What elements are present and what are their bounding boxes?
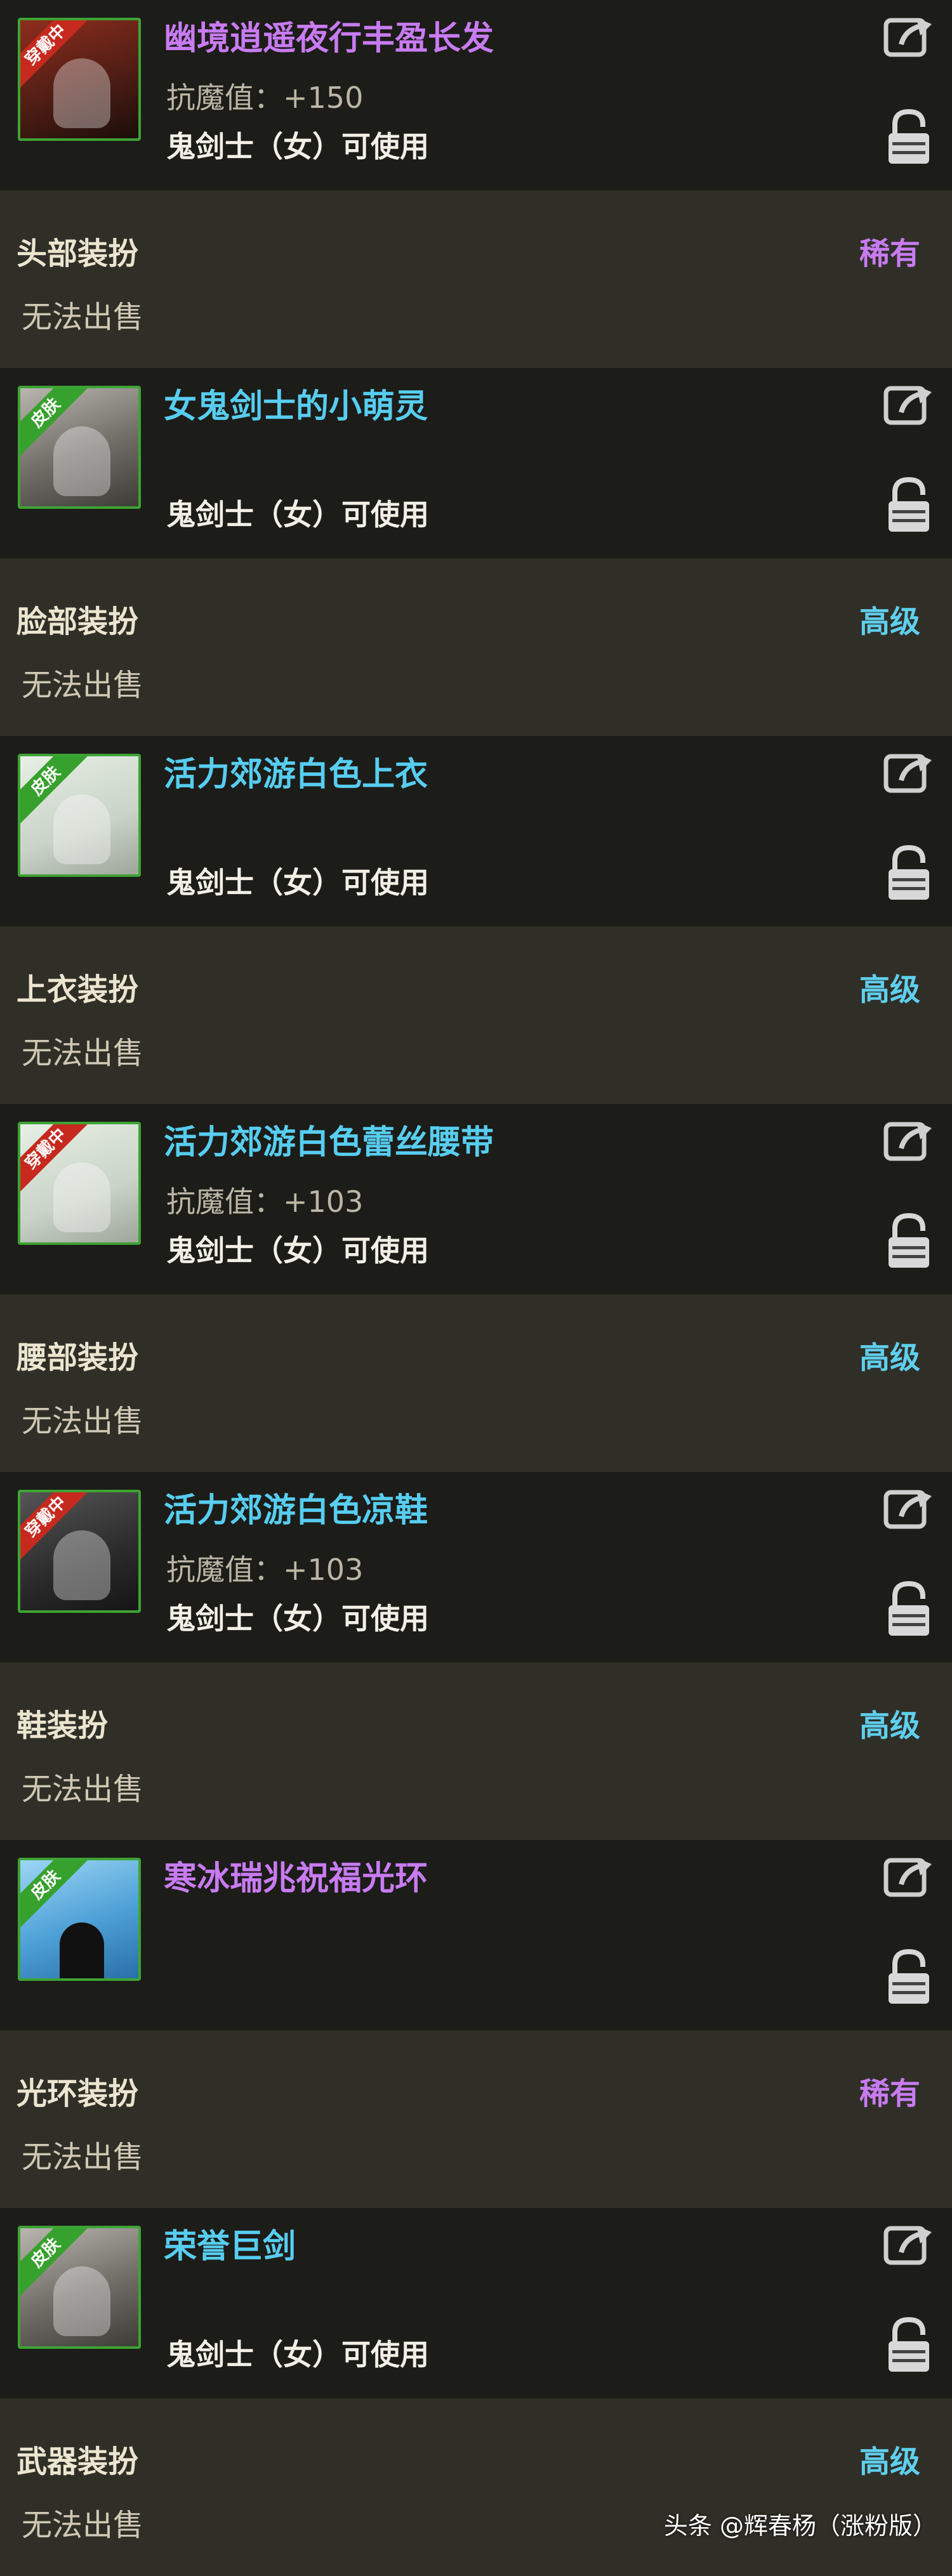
item-type: 武器装扮 bbox=[17, 2444, 139, 2480]
item-footer: 武器装扮 高级 无法出售 bbox=[0, 2398, 952, 2576]
item-stat: 抗魔值：+150 bbox=[166, 81, 364, 115]
item-footer: 上衣装扮 高级 无法出售 bbox=[0, 926, 952, 1104]
item-footer: 鞋装扮 高级 无法出售 bbox=[0, 1662, 952, 1840]
item-footer: 脸部装扮 高级 无法出售 bbox=[0, 558, 952, 736]
share-icon[interactable] bbox=[883, 1854, 934, 1898]
item-thumbnail[interactable]: 穿戴中 bbox=[18, 1490, 141, 1613]
item-thumbnail[interactable]: 皮肤 bbox=[18, 1858, 141, 1981]
item-rarity: 高级 bbox=[859, 1340, 920, 1376]
item-thumbnail[interactable]: 皮肤 bbox=[18, 2226, 141, 2349]
item-name: 女鬼剑士的小萌灵 bbox=[164, 388, 428, 426]
share-icon[interactable] bbox=[883, 1486, 934, 1530]
item-thumbnail[interactable]: 皮肤 bbox=[18, 754, 141, 877]
item-name: 活力郊游白色上衣 bbox=[164, 756, 428, 794]
item-type: 上衣装扮 bbox=[17, 972, 139, 1008]
item-header: 皮肤 寒冰瑞兆祝福光环 bbox=[0, 1840, 952, 2030]
item-header: 穿戴中 活力郊游白色凉鞋 抗魔值：+103 鬼剑士（女）可使用 bbox=[0, 1472, 952, 1662]
item-footer: 头部装扮 稀有 无法出售 bbox=[0, 190, 952, 368]
item-type: 腰部装扮 bbox=[17, 1340, 139, 1376]
item-card: 穿戴中 活力郊游白色蕾丝腰带 抗魔值：+103 鬼剑士（女）可使用 腰部装扮 高… bbox=[0, 1104, 952, 1472]
lock-icon[interactable] bbox=[886, 108, 932, 166]
sell-status: 无法出售 bbox=[22, 1403, 144, 1439]
lock-icon[interactable] bbox=[886, 1580, 932, 1638]
item-card: 皮肤 寒冰瑞兆祝福光环 光环装扮 稀有 无法出售 bbox=[0, 1840, 952, 2208]
item-type: 脸部装扮 bbox=[17, 604, 139, 640]
item-rarity: 高级 bbox=[859, 2444, 920, 2480]
sell-status: 无法出售 bbox=[22, 1771, 144, 1807]
item-usable-class: 鬼剑士（女）可使用 bbox=[166, 1601, 429, 1636]
item-stat: 抗魔值：+103 bbox=[166, 1185, 364, 1219]
item-rarity: 高级 bbox=[859, 604, 920, 640]
share-icon[interactable] bbox=[883, 1118, 934, 1162]
item-image bbox=[53, 2266, 110, 2336]
item-footer: 光环装扮 稀有 无法出售 bbox=[0, 2030, 952, 2208]
item-image bbox=[53, 794, 110, 864]
item-header: 穿戴中 活力郊游白色蕾丝腰带 抗魔值：+103 鬼剑士（女）可使用 bbox=[0, 1104, 952, 1294]
item-list: 穿戴中 幽境逍遥夜行丰盈长发 抗魔值：+150 鬼剑士（女）可使用 头部装扮 稀… bbox=[0, 0, 952, 2576]
lock-icon[interactable] bbox=[886, 1212, 932, 1270]
share-icon[interactable] bbox=[883, 382, 934, 426]
item-image bbox=[60, 1922, 104, 1978]
lock-icon[interactable] bbox=[886, 1948, 932, 2006]
item-header: 皮肤 女鬼剑士的小萌灵 鬼剑士（女）可使用 bbox=[0, 368, 952, 558]
item-rarity: 稀有 bbox=[859, 2076, 920, 2112]
share-icon[interactable] bbox=[883, 750, 934, 794]
item-card: 皮肤 女鬼剑士的小萌灵 鬼剑士（女）可使用 脸部装扮 高级 无法出售 bbox=[0, 368, 952, 736]
sell-status: 无法出售 bbox=[22, 2139, 144, 2175]
lock-icon[interactable] bbox=[886, 476, 932, 534]
item-usable-class: 鬼剑士（女）可使用 bbox=[166, 865, 429, 900]
item-thumbnail[interactable]: 穿戴中 bbox=[18, 18, 141, 141]
item-thumbnail[interactable]: 皮肤 bbox=[18, 386, 141, 509]
share-icon[interactable] bbox=[883, 14, 934, 58]
item-type: 鞋装扮 bbox=[17, 1708, 109, 1744]
lock-icon[interactable] bbox=[886, 2316, 932, 2374]
item-name: 活力郊游白色凉鞋 bbox=[164, 1492, 428, 1530]
item-footer: 腰部装扮 高级 无法出售 bbox=[0, 1294, 952, 1472]
item-rarity: 稀有 bbox=[859, 236, 920, 272]
item-type: 光环装扮 bbox=[17, 2076, 139, 2112]
item-image bbox=[53, 1530, 110, 1600]
item-name: 活力郊游白色蕾丝腰带 bbox=[164, 1124, 494, 1162]
item-header: 穿戴中 幽境逍遥夜行丰盈长发 抗魔值：+150 鬼剑士（女）可使用 bbox=[0, 0, 952, 190]
item-image bbox=[53, 58, 110, 128]
item-usable-class: 鬼剑士（女）可使用 bbox=[166, 497, 429, 532]
item-usable-class: 鬼剑士（女）可使用 bbox=[166, 129, 429, 164]
watermark: 头条 @辉春杨（涨粉版） bbox=[663, 2512, 937, 2540]
item-image bbox=[53, 426, 110, 496]
skin-badge: 皮肤 bbox=[20, 1860, 91, 1930]
item-usable-class: 鬼剑士（女）可使用 bbox=[166, 2337, 429, 2372]
item-image bbox=[53, 1162, 110, 1232]
item-rarity: 高级 bbox=[859, 1708, 920, 1744]
share-icon[interactable] bbox=[883, 2222, 934, 2266]
item-header: 皮肤 荣誉巨剑 鬼剑士（女）可使用 bbox=[0, 2208, 952, 2398]
sell-status: 无法出售 bbox=[22, 299, 144, 335]
item-type: 头部装扮 bbox=[17, 236, 139, 272]
sell-status: 无法出售 bbox=[22, 1035, 144, 1071]
item-usable-class: 鬼剑士（女）可使用 bbox=[166, 1233, 429, 1268]
item-thumbnail[interactable]: 穿戴中 bbox=[18, 1122, 141, 1245]
sell-status: 无法出售 bbox=[22, 2507, 144, 2543]
sell-status: 无法出售 bbox=[22, 667, 144, 703]
item-header: 皮肤 活力郊游白色上衣 鬼剑士（女）可使用 bbox=[0, 736, 952, 926]
item-stat: 抗魔值：+103 bbox=[166, 1553, 364, 1587]
item-name: 幽境逍遥夜行丰盈长发 bbox=[164, 20, 494, 58]
item-rarity: 高级 bbox=[859, 972, 920, 1008]
item-card: 穿戴中 活力郊游白色凉鞋 抗魔值：+103 鬼剑士（女）可使用 鞋装扮 高级 无… bbox=[0, 1472, 952, 1840]
item-card: 皮肤 活力郊游白色上衣 鬼剑士（女）可使用 上衣装扮 高级 无法出售 bbox=[0, 736, 952, 1104]
item-name: 荣誉巨剑 bbox=[164, 2228, 296, 2266]
lock-icon[interactable] bbox=[886, 844, 932, 902]
item-card: 穿戴中 幽境逍遥夜行丰盈长发 抗魔值：+150 鬼剑士（女）可使用 头部装扮 稀… bbox=[0, 0, 952, 368]
item-name: 寒冰瑞兆祝福光环 bbox=[164, 1860, 428, 1898]
